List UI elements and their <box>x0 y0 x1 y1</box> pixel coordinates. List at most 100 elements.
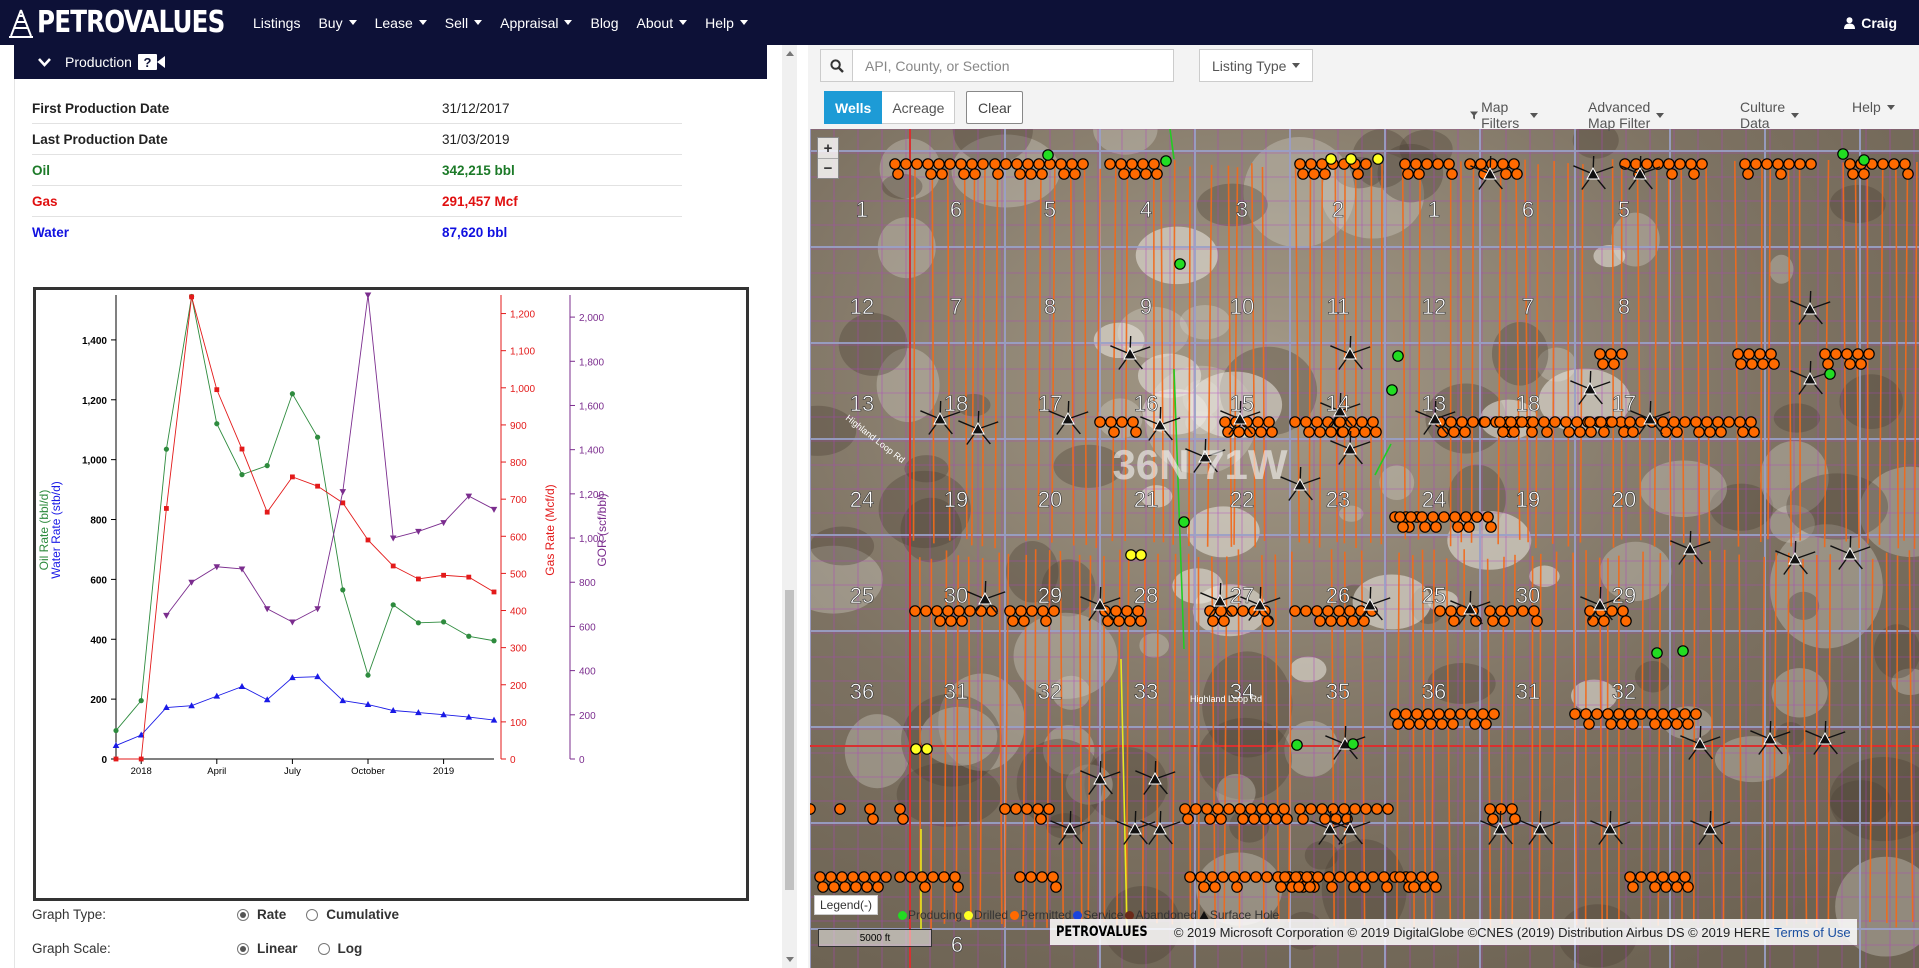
well-permitted[interactable] <box>1004 605 1016 617</box>
well-drilled[interactable] <box>1325 153 1337 165</box>
well-permitted[interactable] <box>892 168 904 180</box>
well-producing[interactable] <box>1042 149 1054 161</box>
well-permitted[interactable] <box>894 871 906 883</box>
radio-checked-icon[interactable] <box>237 942 249 955</box>
well-permitted[interactable] <box>1754 348 1766 360</box>
scroll-down-icon[interactable] <box>786 957 794 962</box>
well-permitted[interactable] <box>1217 871 1229 883</box>
zoom-out-button[interactable]: − <box>818 158 838 178</box>
well-permitted[interactable] <box>1497 426 1509 438</box>
nav-help[interactable]: Help <box>705 15 748 31</box>
well-permitted[interactable] <box>1281 813 1293 825</box>
well-permitted[interactable] <box>920 605 932 617</box>
well-drilled[interactable] <box>1372 153 1384 165</box>
well-permitted[interactable] <box>1624 708 1636 720</box>
well-permitted[interactable] <box>1498 615 1510 627</box>
well-permitted[interactable] <box>847 871 859 883</box>
nav-lease[interactable]: Lease <box>375 15 427 31</box>
well-permitted[interactable] <box>1239 871 1251 883</box>
well-permitted[interactable] <box>1405 871 1417 883</box>
well-permitted[interactable] <box>825 871 837 883</box>
well-permitted[interactable] <box>1370 426 1382 438</box>
well-permitted[interactable] <box>1455 708 1467 720</box>
well-permitted[interactable] <box>1445 605 1457 617</box>
well-permitted[interactable] <box>958 168 970 180</box>
well-permitted[interactable] <box>1316 803 1328 815</box>
well-permitted[interactable] <box>1228 871 1240 883</box>
well-permitted[interactable] <box>1899 158 1911 170</box>
well-permitted[interactable] <box>931 605 943 617</box>
well-permitted[interactable] <box>1477 708 1489 720</box>
graph-scale-log-radio[interactable]: Log <box>317 941 362 956</box>
well-permitted[interactable] <box>1616 718 1628 730</box>
map-menu-advanced-map-filter[interactable]: Advanced Map Filter <box>1588 99 1665 131</box>
well-permitted[interactable] <box>1248 813 1260 825</box>
well-permitted[interactable] <box>828 881 840 893</box>
well-permitted[interactable] <box>1775 168 1787 180</box>
well-permitted[interactable] <box>1263 416 1275 428</box>
well-permitted[interactable] <box>1195 871 1207 883</box>
nav-appraisal[interactable]: Appraisal <box>500 15 573 31</box>
well-permitted[interactable] <box>1635 708 1647 720</box>
well-permitted[interactable] <box>925 168 937 180</box>
well-permitted[interactable] <box>1349 803 1361 815</box>
well-permitted[interactable] <box>1000 158 1012 170</box>
well-permitted[interactable] <box>1584 416 1596 428</box>
well-permitted[interactable] <box>1338 803 1350 815</box>
acreage-toggle[interactable]: Acreage <box>882 91 956 124</box>
well-permitted[interactable] <box>1410 158 1422 170</box>
well-permitted[interactable] <box>952 881 964 893</box>
well-permitted[interactable] <box>1201 803 1213 815</box>
well-permitted[interactable] <box>1660 426 1672 438</box>
well-permitted[interactable] <box>1207 615 1219 627</box>
well-permitted[interactable] <box>1025 871 1037 883</box>
well-permitted[interactable] <box>1649 718 1661 730</box>
well-permitted[interactable] <box>1858 168 1870 180</box>
well-permitted[interactable] <box>938 871 950 883</box>
well-permitted[interactable] <box>1495 605 1507 617</box>
well-permitted[interactable] <box>1679 416 1691 428</box>
well-permitted[interactable] <box>1198 881 1210 893</box>
well-permitted[interactable] <box>927 871 939 883</box>
well-permitted[interactable] <box>839 881 851 893</box>
well-permitted[interactable] <box>1594 348 1606 360</box>
well-permitted[interactable] <box>1487 813 1499 825</box>
well-drilled[interactable] <box>910 743 922 755</box>
well-permitted[interactable] <box>1765 348 1777 360</box>
well-permitted[interactable] <box>934 615 946 627</box>
well-permitted[interactable] <box>1300 605 1312 617</box>
well-permitted[interactable] <box>1301 871 1313 883</box>
well-permitted[interactable] <box>1394 511 1406 523</box>
well-permitted[interactable] <box>1508 426 1520 438</box>
well-permitted[interactable] <box>1055 158 1067 170</box>
well-permitted[interactable] <box>1469 718 1481 730</box>
well-permitted[interactable] <box>933 158 945 170</box>
listing-type-dropdown[interactable]: Listing Type <box>1199 49 1314 82</box>
well-permitted[interactable] <box>1255 426 1267 438</box>
well-producing[interactable] <box>1824 368 1836 380</box>
well-permitted[interactable] <box>1025 168 1037 180</box>
well-permitted[interactable] <box>1446 168 1458 180</box>
map-svg[interactable]: 1 6 5 4 3 2 1 6 512 7 8 9 10 11 12 7 813 18 17 16 15 14 13 18 17… <box>810 129 1919 968</box>
well-permitted[interactable] <box>1116 416 1128 428</box>
well-permitted[interactable] <box>1397 521 1409 533</box>
well-permitted[interactable] <box>1479 416 1491 428</box>
well-permitted[interactable] <box>1182 813 1194 825</box>
well-permitted[interactable] <box>1069 168 1081 180</box>
well-permitted[interactable] <box>1482 511 1494 523</box>
well-permitted[interactable] <box>1574 426 1586 438</box>
well-permitted[interactable] <box>1094 416 1106 428</box>
well-permitted[interactable] <box>1050 881 1062 893</box>
well-drilled[interactable] <box>1345 153 1357 165</box>
production-section-header[interactable]: Production ? <box>14 45 767 79</box>
well-permitted[interactable] <box>1127 416 1139 428</box>
well-permitted[interactable] <box>1487 615 1499 627</box>
well-permitted[interactable] <box>1305 158 1317 170</box>
well-permitted[interactable] <box>1627 718 1639 730</box>
well-permitted[interactable] <box>1408 881 1420 893</box>
well-permitted[interactable] <box>1616 348 1628 360</box>
well-permitted[interactable] <box>1035 813 1047 825</box>
search-button[interactable] <box>820 49 852 82</box>
well-permitted[interactable] <box>1805 158 1817 170</box>
well-permitted[interactable] <box>1218 615 1230 627</box>
